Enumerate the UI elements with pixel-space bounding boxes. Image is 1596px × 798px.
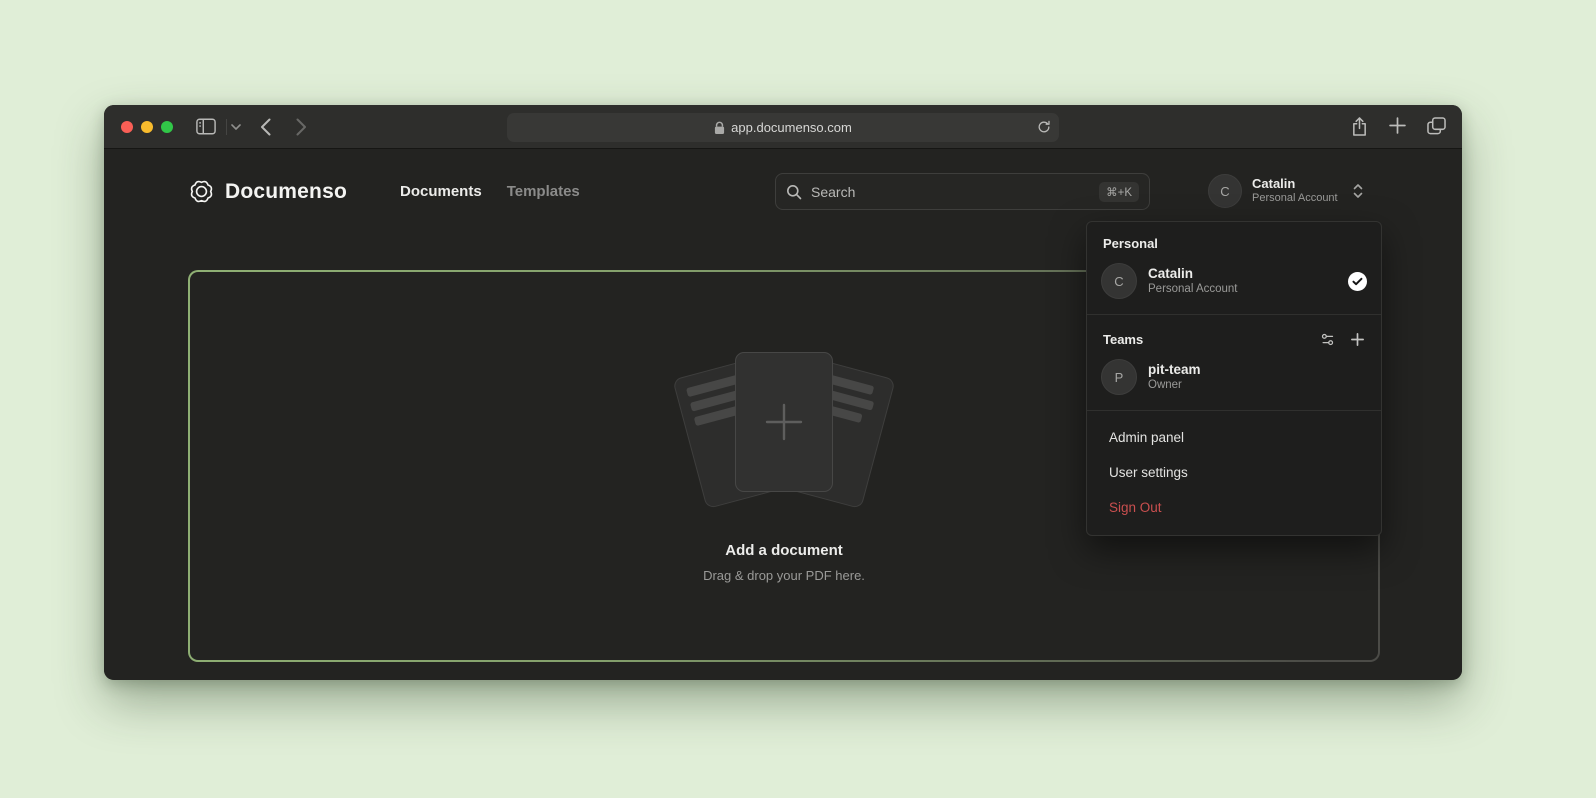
team-item[interactable]: P pit-team Owner [1087, 353, 1381, 401]
reload-icon[interactable] [1037, 119, 1051, 135]
brand-name: Documenso [225, 180, 347, 204]
personal-account-item[interactable]: C Catalin Personal Account [1087, 257, 1381, 305]
manage-teams-icon[interactable] [1320, 332, 1335, 347]
sidebar-toggle-icon[interactable] [196, 118, 216, 135]
new-tab-icon[interactable] [1389, 117, 1406, 137]
nav-templates[interactable]: Templates [507, 183, 580, 200]
teams-section-label: Teams [1103, 332, 1143, 347]
add-document-card [735, 352, 833, 492]
teams-section-header: Teams [1087, 324, 1381, 353]
personal-account-name: Catalin [1148, 265, 1238, 283]
desktop-background: app.documenso.com [0, 0, 1596, 798]
account-subtitle: Personal Account [1252, 192, 1338, 206]
document-stack-icon [674, 352, 894, 512]
team-role: Owner [1148, 378, 1201, 393]
teams-actions [1320, 332, 1365, 347]
menu-item-sign-out[interactable]: Sign Out [1087, 490, 1381, 525]
lock-icon [714, 121, 725, 135]
traffic-lights [121, 121, 173, 133]
avatar: C [1101, 263, 1137, 299]
account-info: Catalin Personal Account [1252, 176, 1338, 206]
avatar: C [1208, 174, 1242, 208]
check-icon [1348, 272, 1367, 291]
plus-icon [761, 399, 807, 445]
address-bar[interactable]: app.documenso.com [507, 113, 1059, 142]
browser-toolbar: app.documenso.com [104, 105, 1462, 149]
toolbar-right-actions [1351, 117, 1446, 137]
share-icon[interactable] [1351, 117, 1368, 137]
menu-divider [1087, 410, 1381, 411]
browser-window: app.documenso.com [104, 105, 1462, 680]
chevron-down-icon[interactable] [231, 124, 241, 131]
team-info: pit-team Owner [1148, 361, 1201, 393]
menu-item-admin-panel[interactable]: Admin panel [1087, 420, 1381, 455]
seal-icon [188, 178, 215, 205]
dropzone-subtitle: Drag & drop your PDF here. [703, 568, 865, 583]
account-menu-trigger[interactable]: C Catalin Personal Account [1208, 174, 1364, 208]
search-input[interactable]: Search ⌘+K [775, 173, 1150, 210]
personal-section-label: Personal [1087, 232, 1381, 257]
forward-icon [296, 118, 307, 136]
documenso-page: Documenso Documents Templates Search ⌘+K… [104, 149, 1462, 679]
avatar: P [1101, 359, 1137, 395]
search-shortcut-badge: ⌘+K [1099, 182, 1139, 202]
menu-item-user-settings[interactable]: User settings [1087, 455, 1381, 490]
menu-divider [1087, 314, 1381, 315]
toolbar-divider [226, 119, 227, 135]
minimize-button[interactable] [141, 121, 153, 133]
account-name: Catalin [1252, 176, 1338, 192]
search-placeholder: Search [811, 184, 855, 200]
personal-account-subtitle: Personal Account [1148, 282, 1238, 297]
personal-account-info: Catalin Personal Account [1148, 265, 1238, 297]
url-text: app.documenso.com [731, 120, 852, 135]
back-icon[interactable] [260, 118, 271, 136]
zoom-button[interactable] [161, 121, 173, 133]
nav-documents[interactable]: Documents [400, 183, 482, 200]
close-button[interactable] [121, 121, 133, 133]
documenso-logo[interactable]: Documenso [188, 178, 347, 205]
team-name: pit-team [1148, 361, 1201, 379]
main-nav: Documents Templates [400, 183, 580, 200]
search-icon [786, 184, 802, 200]
selector-icon [1352, 183, 1364, 199]
account-dropdown-menu: Personal C Catalin Personal Account Team… [1086, 221, 1382, 536]
add-team-icon[interactable] [1350, 332, 1365, 347]
tab-overview-icon[interactable] [1427, 117, 1446, 137]
dropzone-title: Add a document [725, 542, 843, 559]
